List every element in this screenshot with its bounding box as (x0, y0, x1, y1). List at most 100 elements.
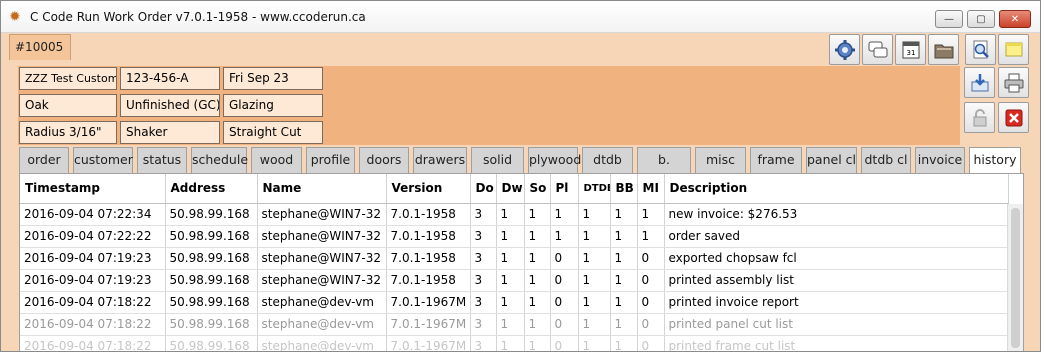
preview-button[interactable] (965, 34, 996, 65)
tab-schedule[interactable]: schedule (191, 147, 248, 173)
table-cell: 2016-09-04 07:19:23 (20, 269, 166, 292)
table-cell: 1 (610, 313, 638, 336)
column-header[interactable]: Description (664, 174, 1009, 204)
order-number-tab[interactable]: #10005 (9, 34, 71, 60)
column-header[interactable]: Dw (496, 174, 525, 204)
table-cell: 1 (578, 335, 611, 351)
customer-field[interactable]: ZZZ Test Customer (19, 67, 117, 90)
settings-button[interactable] (829, 34, 860, 65)
column-header[interactable]: Do (470, 174, 497, 204)
tab-dtdb-cl[interactable]: dtdb cl (861, 147, 911, 173)
table-cell: stephane@WIN7-32 (257, 203, 387, 226)
table-cell: 7.0.1-1967M (386, 313, 471, 336)
table-cell: 0 (550, 313, 579, 336)
table-cell: 1 (496, 203, 525, 226)
table-row[interactable]: 2016-09-04 07:22:22 50.98.99.168 stephane@… (20, 225, 1009, 248)
table-cell: 2016-09-04 07:22:34 (20, 203, 166, 226)
table-cell: 3 (470, 247, 497, 270)
tab-dtdb[interactable]: dtdb (582, 147, 633, 173)
table-cell: 1 (550, 225, 579, 248)
radius-field[interactable]: Radius 3/16" (19, 121, 117, 144)
table-cell: 1 (524, 313, 551, 336)
tab-wood[interactable]: wood (251, 147, 302, 173)
table-cell: 1 (578, 269, 611, 292)
tab-frame-cl[interactable]: frame cl (750, 147, 802, 191)
table-cell: 0 (550, 335, 579, 351)
column-header[interactable]: Name (257, 174, 387, 204)
table-cell: 1 (496, 335, 525, 351)
sticky-note-icon (1005, 42, 1022, 56)
table-cell: 3 (470, 291, 497, 314)
table-row[interactable]: 2016-09-04 07:18:22 50.98.99.168 stephane@… (20, 335, 1009, 351)
table-cell: 1 (578, 291, 611, 314)
column-header[interactable]: So (524, 174, 551, 204)
column-header[interactable]: BB (610, 174, 638, 204)
tab-plywood[interactable]: plywood (528, 147, 581, 173)
tab-doors[interactable]: doors (359, 147, 409, 173)
sticky-note-button[interactable] (998, 34, 1029, 65)
export-button[interactable] (964, 67, 995, 98)
column-header[interactable]: Timestamp (20, 174, 166, 204)
column-header[interactable]: Pl (550, 174, 579, 204)
tab-panel-cl[interactable]: panel cl (806, 147, 857, 173)
table-cell: 1 (610, 291, 638, 314)
table-cell: printed invoice report (664, 291, 1009, 314)
tab-b-blocks[interactable]: b. blocks (637, 147, 691, 191)
cut-field[interactable]: Straight Cut (223, 121, 323, 144)
delete-icon (1005, 109, 1022, 126)
table-row[interactable]: 2016-09-04 07:22:34 50.98.99.168 stephane@… (20, 203, 1009, 226)
column-header[interactable]: Version (386, 174, 471, 204)
glazing-field[interactable]: Glazing (223, 94, 323, 117)
tab-order[interactable]: order (19, 147, 69, 173)
wood-field[interactable]: Oak (19, 94, 117, 117)
scrollbar-thumb[interactable] (1011, 208, 1020, 348)
tab-profile[interactable]: profile (306, 147, 355, 173)
print-button[interactable] (998, 67, 1029, 98)
table-row[interactable]: 2016-09-04 07:19:23 50.98.99.168 stephane@… (20, 269, 1009, 292)
column-header[interactable]: DTDB (578, 174, 611, 204)
title-bar[interactable]: ✹ C Code Run Work Order v7.0.1-1958 - ww… (1, 1, 1040, 33)
table-cell: 7.0.1-1958 (386, 225, 471, 248)
tab-invoice[interactable]: invoice (915, 147, 965, 173)
table-cell: stephane@WIN7-32 (257, 247, 387, 270)
column-header[interactable]: MI (637, 174, 665, 204)
tab-misc[interactable]: misc (695, 147, 746, 173)
finish-field[interactable]: Unfinished (GC) (120, 94, 220, 117)
vertical-scrollbar[interactable] (1007, 204, 1023, 351)
table-cell: 2016-09-04 07:19:23 (20, 247, 166, 270)
table-cell: order saved (664, 225, 1009, 248)
search-document-icon (973, 40, 989, 58)
tab-customer[interactable]: customer (73, 147, 133, 173)
phone-field[interactable]: 123-456-A (120, 67, 220, 90)
tab-drawers[interactable]: drawers (413, 147, 467, 173)
table-cell: 1 (524, 203, 551, 226)
tab-status[interactable]: status (137, 147, 187, 173)
minimize-button[interactable]: — (935, 10, 963, 28)
close-button[interactable]: ✕ (999, 10, 1031, 28)
date-field[interactable]: Fri Sep 23 (223, 67, 323, 90)
style-field[interactable]: Shaker (120, 121, 220, 144)
maximize-button[interactable]: ▢ (967, 10, 995, 28)
table-row[interactable]: 2016-09-04 07:18:22 50.98.99.168 stephane@… (20, 313, 1009, 336)
table-cell: 1 (578, 313, 611, 336)
table-cell: stephane@dev-vm (257, 313, 387, 336)
table-row[interactable]: 2016-09-04 07:18:22 50.98.99.168 stephane@… (20, 291, 1009, 314)
printer-icon (1004, 73, 1023, 92)
folder-button[interactable] (928, 34, 959, 65)
delete-button[interactable] (998, 102, 1029, 133)
lock-icon (973, 108, 986, 126)
table-cell: stephane@dev-vm (257, 335, 387, 351)
table-row[interactable]: 2016-09-04 07:19:23 50.98.99.168 stephane@… (20, 247, 1009, 270)
column-header[interactable]: Address (165, 174, 258, 204)
calendar-button[interactable]: 31 (895, 34, 926, 65)
tab-history[interactable]: history (969, 147, 1021, 173)
folder-icon (934, 44, 953, 58)
lock-button[interactable] (964, 102, 995, 133)
table-cell: 1 (610, 225, 638, 248)
table-cell: 3 (470, 203, 497, 226)
table-cell: 3 (470, 225, 497, 248)
notes-button[interactable] (862, 34, 893, 65)
tab-solid[interactable]: solid (471, 147, 524, 173)
table-header-row: Timestamp Address Name Version Do Dw So … (20, 174, 1009, 204)
table-cell: 1 (578, 247, 611, 270)
